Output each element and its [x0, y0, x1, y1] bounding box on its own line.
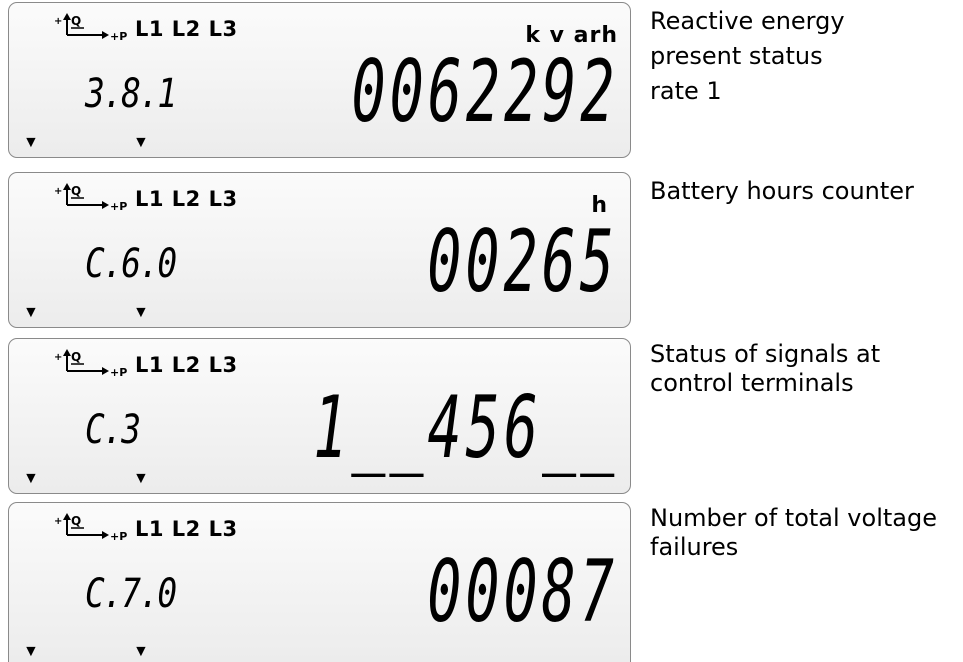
svg-text:+P: +P — [110, 366, 127, 379]
description-line: present status — [650, 42, 823, 70]
svg-text:Q: Q — [71, 184, 81, 198]
down-triangle-icon: ▼ — [133, 643, 149, 660]
svg-text:+: + — [54, 16, 62, 27]
obis-code: C.7.0 — [85, 571, 177, 617]
svg-text:Q: Q — [71, 14, 81, 28]
display-description: Reactive energy present status rate 1 — [650, 4, 963, 109]
svg-text:Q: Q — [71, 514, 81, 528]
reactive-active-power-axes-icon: + Q +P — [54, 183, 127, 213]
svg-text:+: + — [54, 352, 62, 363]
down-triangle-icon: ▼ — [133, 134, 149, 151]
description-line: Status of signals at — [650, 340, 881, 368]
svg-text:Q: Q — [71, 350, 81, 364]
register-value: 1__456__ — [312, 378, 618, 478]
obis-code: 3.8.1 — [85, 71, 177, 117]
down-triangle-icon: ▼ — [23, 470, 39, 487]
phase-indicators: L1 L2 L3 — [135, 353, 238, 377]
display-description: Battery hours counter — [650, 174, 963, 209]
phase-indicators: L1 L2 L3 — [135, 187, 238, 211]
display-row-voltage-failures: + Q +P L1 L2 L3 C.7.0 00087 ▼ ▼ Number o… — [0, 502, 963, 662]
down-triangle-icon: ▼ — [23, 643, 39, 660]
svg-text:+P: +P — [110, 200, 127, 213]
description-line: Number of total voltage — [650, 504, 937, 532]
description-line: Reactive energy — [650, 7, 845, 35]
description-line: failures — [650, 533, 739, 561]
description-line: control terminals — [650, 369, 854, 397]
display-row-reactive-energy: + Q +P L1 L2 L3 k v arh 3.8.1 0062292 ▼ … — [0, 2, 963, 162]
lcd-display: + Q +P L1 L2 L3 h C.6.0 00265 ▼ ▼ — [8, 172, 631, 328]
reactive-active-power-axes-icon: + Q +P — [54, 513, 127, 543]
obis-code: C.3 — [85, 407, 141, 453]
register-value: 00087 — [427, 542, 618, 642]
phase-indicators: L1 L2 L3 — [135, 17, 238, 41]
display-row-battery-hours: + Q +P L1 L2 L3 h C.6.0 00265 ▼ ▼ Batter… — [0, 172, 963, 332]
down-triangle-icon: ▼ — [23, 304, 39, 321]
svg-text:+: + — [54, 186, 62, 197]
reactive-active-power-axes-icon: + Q +P — [54, 13, 127, 43]
lcd-display: + Q +P L1 L2 L3 k v arh 3.8.1 0062292 ▼ … — [8, 2, 631, 158]
down-triangle-icon: ▼ — [133, 304, 149, 321]
description-line: rate 1 — [650, 77, 722, 105]
obis-code: C.6.0 — [85, 241, 177, 287]
down-triangle-icon: ▼ — [133, 470, 149, 487]
display-description: Status of signals at control terminals — [650, 340, 963, 398]
register-value: 0062292 — [351, 42, 618, 142]
phase-indicators: L1 L2 L3 — [135, 517, 238, 541]
display-row-control-terminals: + Q +P L1 L2 L3 C.3 1__456__ ▼ ▼ Status … — [0, 338, 963, 498]
display-description: Number of total voltage failures — [650, 504, 963, 562]
lcd-display: + Q +P L1 L2 L3 C.3 1__456__ ▼ ▼ — [8, 338, 631, 494]
svg-text:+: + — [54, 516, 62, 527]
svg-text:+P: +P — [110, 30, 127, 43]
down-triangle-icon: ▼ — [23, 134, 39, 151]
register-value: 00265 — [427, 212, 618, 312]
svg-text:+P: +P — [110, 530, 127, 543]
description-line: Battery hours counter — [650, 177, 914, 205]
reactive-active-power-axes-icon: + Q +P — [54, 349, 127, 379]
lcd-display: + Q +P L1 L2 L3 C.7.0 00087 ▼ ▼ — [8, 502, 631, 662]
